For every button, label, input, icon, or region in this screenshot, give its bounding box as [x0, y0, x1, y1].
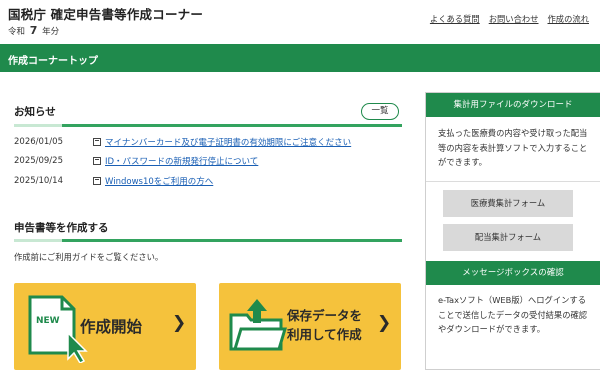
- nav-title: 作成コーナートップ: [8, 56, 98, 67]
- sidebar: 集計用ファイルのダウンロード 支払った医療費の内容や受け取った配当等の内容を表計…: [425, 92, 600, 370]
- create-divider: [14, 239, 402, 242]
- news-date: 2026/01/05: [14, 137, 63, 147]
- medical-expense-form-button[interactable]: 医療費集計フォーム: [443, 190, 573, 217]
- download-text: 支払った医療費の内容や受け取った配当等の内容を表計算ソフトで入力することができま…: [438, 128, 588, 168]
- main-content: お知らせ 一覧 2026/01/05 マイナンバーカード及び電子証明書の有効期限…: [0, 72, 600, 370]
- document-icon: [93, 138, 101, 146]
- site-title[interactable]: 国税庁 確定申告書等作成コーナー: [8, 4, 203, 23]
- download-heading: 集計用ファイルのダウンロード: [426, 93, 600, 117]
- message-box-text: e-Taxソフト（WEB版）へログインすることで送信したデータの受付結果の確認や…: [438, 295, 588, 335]
- document-icon: [93, 177, 101, 185]
- saved-data-label-line2: 利用して作成: [287, 327, 362, 342]
- sidebar-divider: [426, 181, 600, 182]
- guide-text: 作成前にご利用ガイドをご覧ください。: [14, 252, 164, 262]
- chevron-right-icon: ❯: [172, 313, 187, 333]
- era-year: 7: [29, 24, 38, 37]
- start-create-label: 作成開始: [80, 318, 143, 336]
- message-box-heading: メッセージボックスの確認: [426, 261, 600, 285]
- era-prefix: 令和: [8, 27, 26, 37]
- folder-upload-icon: [229, 299, 287, 351]
- fiscal-year: 令和 7 年分: [8, 24, 59, 37]
- use-saved-data-button[interactable]: 保存データを 利用して作成 ❯: [219, 283, 401, 370]
- era-suffix: 年分: [42, 27, 60, 37]
- saved-data-label-line1: 保存データを: [287, 308, 363, 323]
- new-badge: NEW: [36, 316, 60, 326]
- header-links: よくある質問 お問い合わせ 作成の流れ: [430, 13, 589, 25]
- dividend-form-button[interactable]: 配当集計フォーム: [443, 224, 573, 251]
- chevron-right-icon: ❯: [377, 313, 392, 333]
- news-list-button[interactable]: 一覧: [361, 103, 399, 120]
- news-item: 2025/10/14 Windows10をご利用の方へ: [14, 175, 402, 187]
- news-heading: お知らせ: [14, 106, 56, 118]
- document-icon: [93, 157, 101, 165]
- nav-bar: 作成コーナートップ: [0, 44, 600, 72]
- news-item: 2025/09/25 ID・パスワードの新規発行停止について: [14, 155, 402, 167]
- news-date: 2025/10/14: [14, 176, 63, 186]
- faq-link[interactable]: よくある質問: [430, 13, 480, 25]
- news-link[interactable]: ID・パスワードの新規発行停止について: [105, 155, 258, 167]
- contact-link[interactable]: お問い合わせ: [489, 13, 539, 25]
- flow-link[interactable]: 作成の流れ: [548, 13, 590, 25]
- new-document-icon: [28, 295, 88, 363]
- start-create-button[interactable]: NEW 作成開始 ❯: [14, 283, 196, 370]
- news-date: 2025/09/25: [14, 156, 63, 166]
- news-link[interactable]: Windows10をご利用の方へ: [105, 175, 213, 187]
- news-item: 2026/01/05 マイナンバーカード及び電子証明書の有効期限にご注意ください: [14, 136, 402, 148]
- site-header: 国税庁 確定申告書等作成コーナー 令和 7 年分 よくある質問 お問い合わせ 作…: [0, 0, 600, 44]
- news-divider: [14, 124, 402, 127]
- news-link[interactable]: マイナンバーカード及び電子証明書の有効期限にご注意ください: [105, 136, 351, 148]
- create-heading: 申告書等を作成する: [14, 222, 109, 234]
